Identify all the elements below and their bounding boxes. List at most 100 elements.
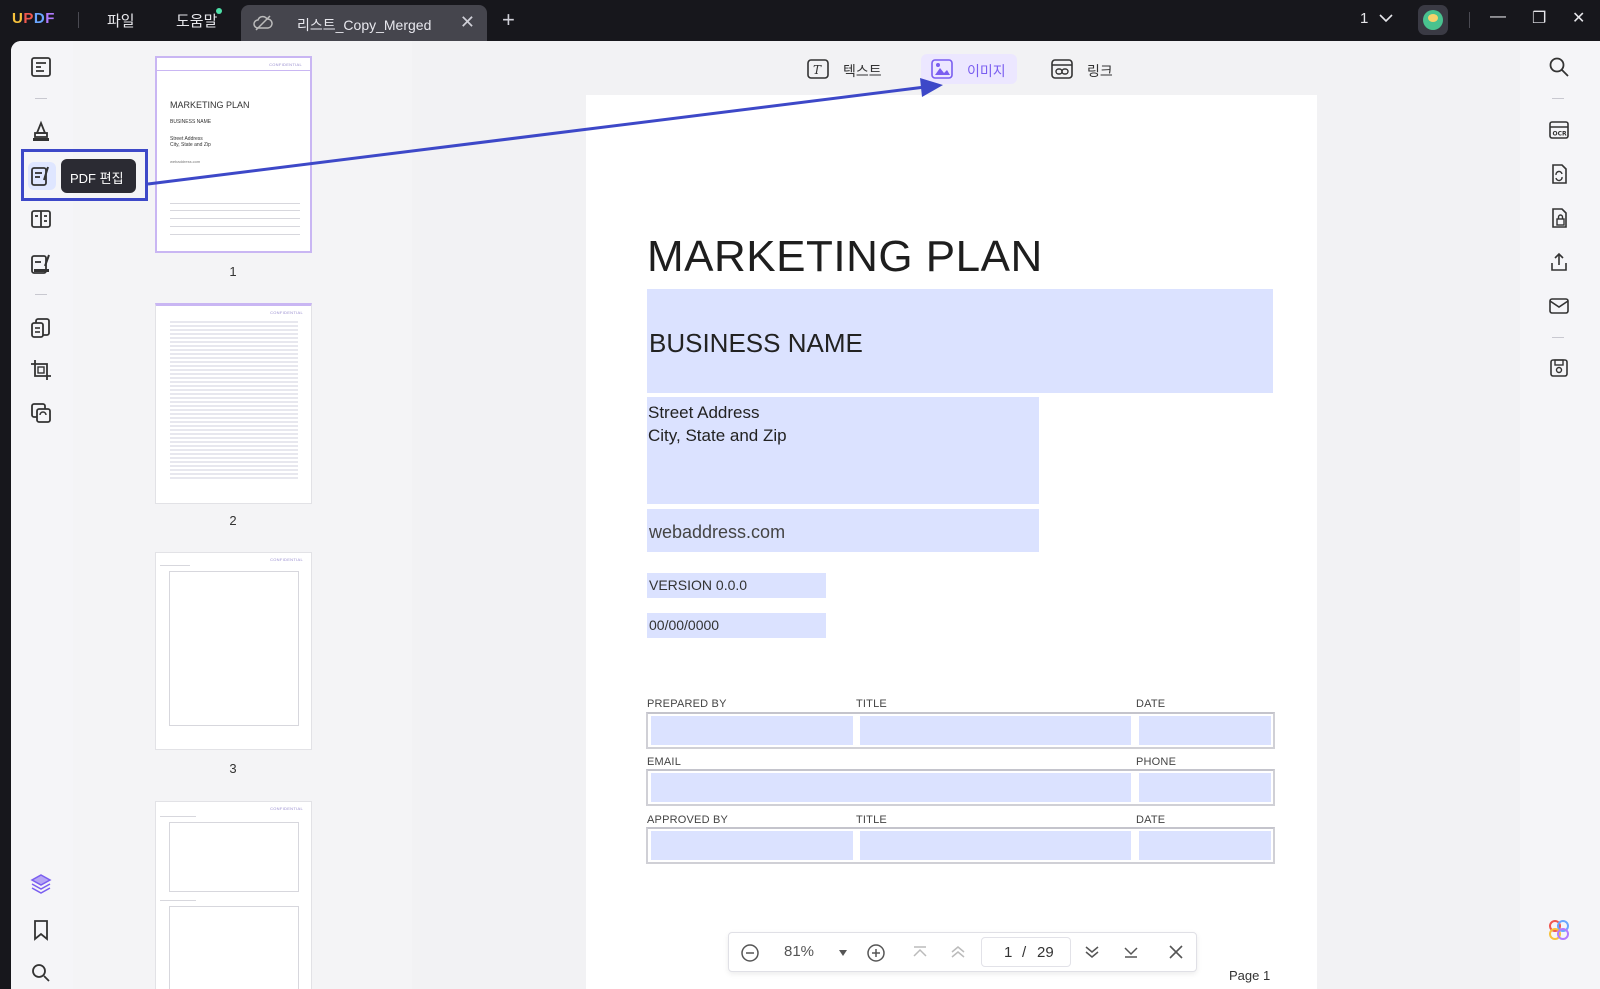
thumb-rule [170,218,300,219]
email-icon[interactable] [1548,295,1570,317]
zoom-level[interactable]: 81% [784,943,814,960]
avatar-face-icon [1423,10,1443,30]
ai-assistant-icon[interactable] [1548,919,1570,941]
menu-help[interactable]: 도움말 [176,8,223,31]
close-icon[interactable] [1169,945,1183,959]
phone-field[interactable] [1139,773,1271,802]
thumb-rule [160,565,190,566]
zoom-navigation-bar: 81% 1 / 29 [728,932,1197,972]
web-address-text: webaddress.com [649,522,786,542]
toolbar-divider [1552,337,1564,338]
svg-text:OCR: OCR [1553,131,1568,138]
restore-button[interactable]: ❐ [1532,8,1546,28]
search-icon[interactable] [1548,56,1570,78]
zoom-out-icon[interactable] [741,944,759,962]
thumbnail-page-4[interactable]: CONFIDENTIAL [155,801,312,989]
page-separator: / [1022,944,1027,961]
title-field[interactable] [860,716,1131,745]
email-field[interactable] [651,773,1131,802]
crop-icon[interactable] [29,358,53,382]
protect-icon[interactable] [1548,207,1570,229]
new-tab-button[interactable]: + [502,7,515,33]
thumb-addr2: City, State and Zip [170,142,211,148]
add-link-button[interactable]: 링크 [1041,54,1121,84]
thumbnail-page-3[interactable]: CONFIDENTIAL [155,552,312,750]
search-icon[interactable] [29,961,53,985]
logo-letter-f: F [45,10,55,27]
page-number-input[interactable]: 1 / 29 [981,937,1071,967]
zoom-in-icon[interactable] [867,944,885,962]
user-avatar[interactable] [1418,5,1448,35]
thumbnail-page-1[interactable]: CONFIDENTIAL MARKETING PLAN BUSINESS NAM… [155,56,312,253]
date-text: 00/00/0000 [649,617,720,633]
highlighter-icon[interactable] [29,119,53,143]
current-page: 1 [1004,944,1013,961]
thumb-frame [169,906,299,989]
document-title[interactable]: MARKETING PLAN [647,232,1043,282]
close-window-button[interactable]: ✕ [1572,8,1585,28]
link-icon [1051,59,1073,79]
pdf-page: MARKETING PLAN BUSINESS NAME Street Addr… [586,95,1317,989]
text-icon: T [807,59,829,79]
convert-icon[interactable] [29,401,53,425]
thumb-title: MARKETING PLAN [170,100,250,110]
bookmark-icon[interactable] [29,918,53,942]
thumb-rule [170,234,300,235]
date-label-2: DATE [1136,814,1166,826]
ocr-icon[interactable]: OCR [1548,119,1570,141]
toolbar-divider [35,294,47,295]
approved-by-field[interactable] [651,831,853,860]
edit-pdf-tooltip: PDF 편집 [61,159,136,193]
document-viewer: T 텍스트 이미지 링크 MARKETING PLAN BUSINESS NAM… [412,41,1520,989]
menu-file[interactable]: 파일 [107,10,135,31]
share-icon[interactable] [1548,251,1570,273]
updf-logo[interactable]: UPDF [12,10,55,27]
thumb-rule [157,70,310,71]
thumbnail-number-2: 2 [229,513,237,528]
organize-pages-icon[interactable] [29,316,53,340]
thumb-rule [170,226,300,227]
title-bar: UPDF 파일 도움말 리스트_Copy_Merged ✕ + 1 — ❐ ✕ [0,0,1600,41]
add-text-button[interactable]: T 텍스트 [797,54,887,84]
thumb-frame [169,571,299,726]
window-divider [1469,12,1470,28]
last-page-icon[interactable] [1123,945,1139,959]
form-icon[interactable] [29,207,53,231]
thumb-web: webaddress.com [170,159,201,164]
window-count-dropdown[interactable]: 1 [1360,10,1393,27]
thumb-rule [170,203,300,204]
previous-page-icon[interactable] [950,945,966,959]
layers-icon[interactable] [29,872,53,896]
image-icon [931,59,953,79]
add-text-label: 텍스트 [843,63,882,79]
tab-close-button[interactable]: ✕ [460,12,475,33]
minimize-button[interactable]: — [1490,8,1506,26]
edit-toolbar: T 텍스트 이미지 링크 [412,49,1520,89]
fill-sign-icon[interactable] [29,252,53,276]
date-field-2[interactable] [1139,831,1271,860]
title-label-2: TITLE [856,814,887,826]
chevron-down-icon [1378,14,1393,23]
thumb-frame [169,822,299,892]
logo-letter-u: U [12,10,24,27]
street-address: Street Address [648,403,760,422]
approved-by-label: APPROVED BY [647,814,729,826]
document-tab[interactable]: 리스트_Copy_Merged ✕ [241,5,487,41]
thumbnail-page-2[interactable]: CONFIDENTIAL [155,303,312,504]
title-label: TITLE [856,698,887,710]
date-field[interactable] [1139,716,1271,745]
first-page-icon[interactable] [912,945,928,959]
zoom-dropdown-icon[interactable] [838,949,848,957]
save-icon[interactable] [1548,357,1570,379]
prepared-by-field[interactable] [651,716,853,745]
next-page-icon[interactable] [1084,945,1100,959]
toolbar-divider [35,98,47,99]
title-field-2[interactable] [860,831,1131,860]
confidential-mark: CONFIDENTIAL [270,557,303,562]
app-body: CONFIDENTIAL MARKETING PLAN BUSINESS NAM… [11,41,1600,989]
reader-icon[interactable] [29,55,53,79]
convert-pdf-icon[interactable] [1548,163,1570,185]
cloud-off-icon [253,15,273,31]
add-image-button[interactable]: 이미지 [921,54,1017,84]
window-count: 1 [1360,10,1369,27]
